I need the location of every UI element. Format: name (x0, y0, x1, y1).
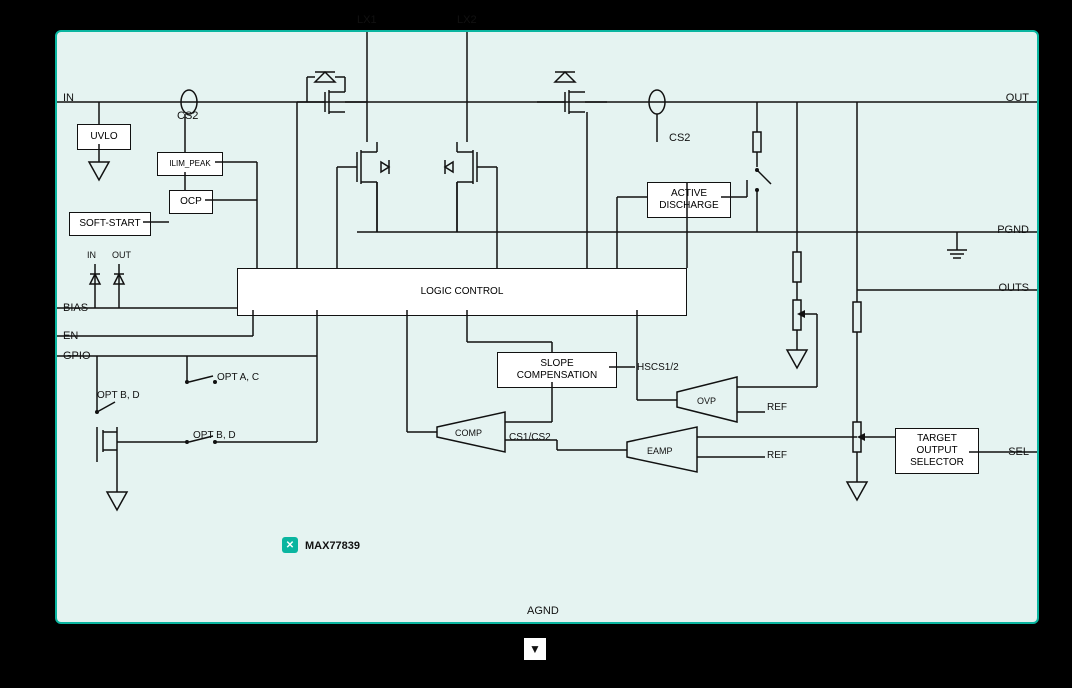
pin-lx1: LX1 (357, 14, 377, 26)
schematic-wires: OVP EAMP COMP (57, 32, 1037, 622)
pin-lx2: LX2 (457, 14, 477, 26)
block-eamp-text: EAMP (647, 446, 673, 456)
chip-outline: IN OUT LX1 LX2 BIAS EN GPIO PGND OUTS SE… (55, 30, 1039, 624)
expand-down-button[interactable]: ▼ (524, 638, 546, 660)
block-ovp-text: OVP (697, 396, 716, 406)
block-comp-text: COMP (455, 428, 482, 438)
